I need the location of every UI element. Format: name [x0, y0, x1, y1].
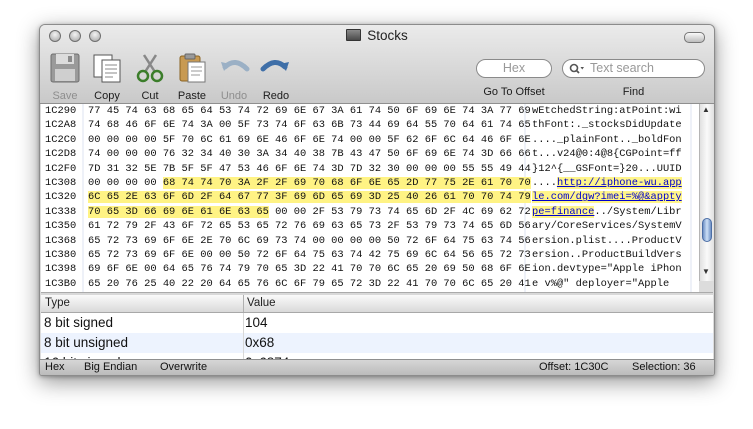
status-endian[interactable]: Big Endian — [84, 360, 137, 375]
status-bar: Hex Big Endian Overwrite Offset: 1C30C S… — [40, 359, 714, 375]
hex-row-selected: 1C338 70 65 3D 66 69 6E 61 6E 63 65 00 00… — [45, 205, 682, 218]
data-inspector-header: Type Value — [41, 295, 713, 313]
status-selection: Selection: 36 — [632, 361, 696, 373]
hex-row-selected: 1C308 00 00 00 00 68 74 74 70 3A 2F 2F 69… — [45, 177, 682, 189]
find-text-search-field[interactable]: Text search — [562, 59, 705, 78]
hex-row: 1C350 61 72 79 2F 43 6F 72 65 53 65 72 76… — [45, 220, 682, 233]
selected-text: le.com/dgw?imei=%@&appty — [532, 191, 682, 204]
status-edit-mode[interactable]: Overwrite — [160, 360, 207, 375]
hex-data-view[interactable]: 1C290 77 45 74 63 68 65 64 53 74 72 69 6E… — [41, 104, 699, 292]
column-header-type[interactable]: Type — [45, 295, 70, 312]
document-icon — [346, 29, 362, 41]
hex-row: 1C3B0 65 20 76 25 40 22 20 64 65 76 6C 6F… — [45, 277, 670, 290]
selected-bytes: 68 74 74 70 3A 2F 2F 69 70 68 6F 6E 65 2… — [162, 177, 531, 189]
hex-editor-window: Stocks Save Copy Cut Paste Undo Redo Hex… — [39, 24, 715, 376]
undo-button[interactable]: Undo — [212, 53, 256, 102]
table-row[interactable]: 8 bit unsigned 0x68 — [41, 333, 713, 353]
toolbar: Stocks Save Copy Cut Paste Undo Redo Hex… — [40, 25, 714, 104]
scissors-icon — [136, 54, 164, 83]
hex-row: 1C2C0 00 00 00 00 5F 70 6C 61 69 6E 46 6F… — [45, 133, 682, 146]
hex-row: 1C2D8 74 00 00 00 76 32 34 40 30 3A 34 40… — [45, 148, 682, 161]
selected-bytes: 70 65 3D 66 69 6E 61 6E 63 65 — [88, 205, 269, 218]
save-button[interactable]: Save — [43, 53, 87, 102]
redo-arrow-icon — [260, 60, 289, 72]
status-mode[interactable]: Hex — [45, 360, 65, 375]
hex-row: 1C368 65 72 73 69 6F 6E 2E 70 6C 69 73 74… — [45, 234, 682, 247]
hex-row: 1C2F0 7D 31 32 5E 7B 5F 5F 47 53 46 6F 6E… — [45, 162, 682, 175]
paste-button[interactable]: Paste — [170, 53, 214, 102]
redo-button[interactable]: Redo — [254, 53, 298, 102]
window-title: Stocks — [40, 28, 714, 43]
hex-row: 1C290 77 45 74 63 68 65 64 53 74 72 69 6E… — [45, 105, 682, 117]
toolbar-toggle-button[interactable] — [684, 32, 705, 43]
scroll-down-arrow-icon[interactable]: ▼ — [702, 267, 710, 276]
goto-offset-label: Go To Offset — [483, 86, 545, 98]
data-inspector-table: 8 bit signed104 8 bit unsigned0x68 16 bi… — [41, 313, 713, 359]
scroll-thumb[interactable] — [702, 218, 712, 242]
selected-text: http://iphone-wu.app — [556, 177, 682, 189]
find-label: Find — [622, 86, 645, 98]
floppy-disk-icon — [50, 53, 80, 83]
search-icon — [569, 63, 584, 74]
hex-row-selected: 1C320 6C 65 2E 63 6F 6D 2F 64 67 77 3F 69… — [45, 191, 682, 204]
clipboard-icon — [179, 53, 206, 83]
column-header-value[interactable]: Value — [243, 295, 276, 312]
copy-button[interactable]: Copy — [85, 53, 129, 102]
table-row[interactable]: 8 bit signed 104 — [41, 313, 713, 333]
cut-button[interactable]: Cut — [128, 53, 172, 102]
hex-row: 1C398 69 6F 6E 00 64 65 76 74 79 70 65 3D… — [45, 263, 682, 276]
copy-documents-icon — [93, 54, 121, 83]
hex-row: 1C2A8 74 68 46 6F 6E 74 3A 00 5F 73 74 6F… — [45, 119, 682, 132]
goto-offset-field[interactable]: Hex — [476, 59, 552, 78]
scroll-up-arrow-icon[interactable]: ▲ — [702, 105, 710, 114]
hex-row: 1C380 65 72 73 69 6F 6E 00 00 50 72 6F 64… — [45, 249, 682, 261]
selected-text: pe=finance — [532, 205, 595, 218]
undo-arrow-icon — [221, 60, 250, 72]
status-offset: Offset: 1C30C — [539, 361, 609, 373]
selected-bytes: 6C 65 2E 63 6F 6D 2F 64 67 77 3F 69 6D 6… — [88, 191, 531, 204]
vertical-scrollbar[interactable]: ▲ ▼ — [699, 104, 714, 281]
